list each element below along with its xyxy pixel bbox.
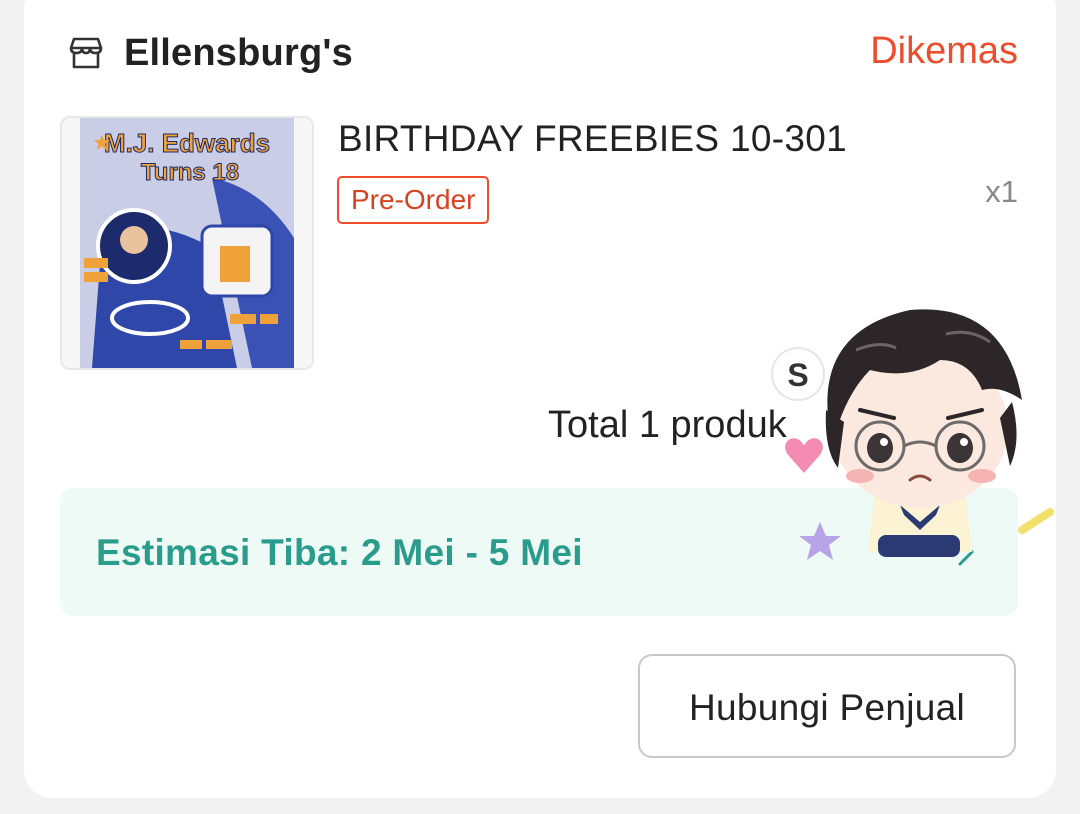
store-icon xyxy=(66,33,106,73)
order-total: Total 1 produk xyxy=(548,404,787,446)
svg-text:★: ★ xyxy=(92,130,112,155)
product-title[interactable]: BIRTHDAY FREEBIES 10-301 xyxy=(338,118,847,160)
product-image[interactable]: M.J. Edwards Turns 18 ★ xyxy=(60,116,314,370)
delivery-estimate-text: Estimasi Tiba: 2 Mei - 5 Mei xyxy=(96,532,583,573)
shop-name[interactable]: Ellensburg's xyxy=(124,32,353,75)
product-image-text-1: M.J. Edwards xyxy=(104,128,270,158)
preorder-badge: Pre-Order xyxy=(337,176,490,224)
product-image-text-2: Turns 18 xyxy=(141,159,239,186)
product-quantity: x1 xyxy=(985,174,1018,209)
shop-header[interactable]: Ellensburg's xyxy=(66,28,353,78)
order-status: Dikemas xyxy=(870,30,1018,72)
chibi-sticker[interactable]: S xyxy=(760,290,1070,580)
contact-seller-button[interactable]: Hubungi Penjual xyxy=(638,654,1016,758)
sticker-badge-text: S xyxy=(787,357,808,393)
